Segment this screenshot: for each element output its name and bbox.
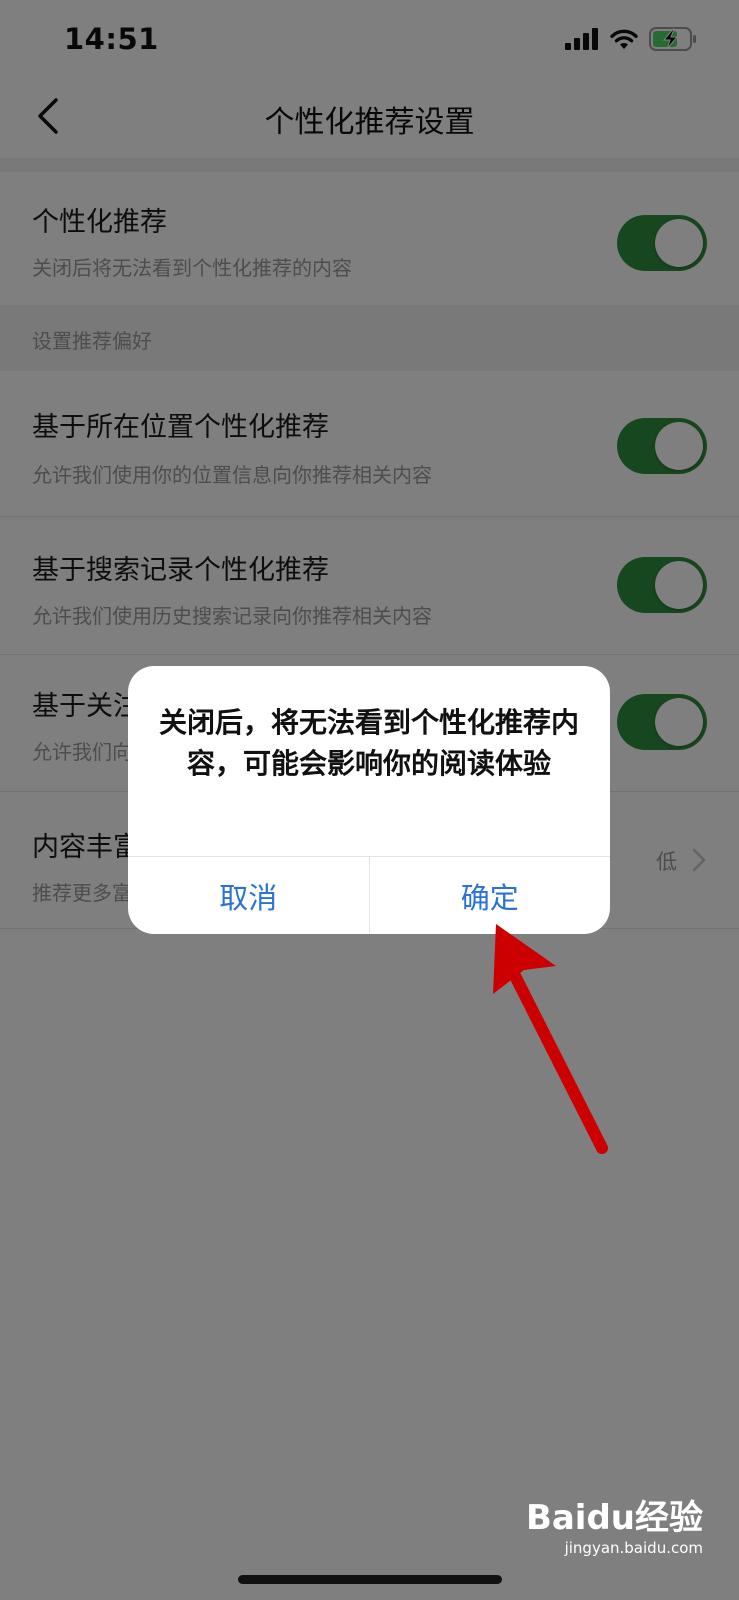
watermark: Baidu经验 jingyan.baidu.com: [526, 1490, 703, 1570]
dialog-actions: 取消 确定: [128, 856, 610, 934]
watermark-logo: Baidu经验: [525, 1498, 703, 1538]
confirm-dialog: 关闭后，将无法看到个性化推荐内容，可能会影响你的阅读体验 取消 确定: [128, 666, 610, 934]
dialog-message: 关闭后，将无法看到个性化推荐内容，可能会影响你的阅读体验: [158, 706, 579, 780]
home-indicator[interactable]: [238, 1575, 502, 1584]
confirm-button[interactable]: 确定: [368, 857, 611, 934]
watermark-url: jingyan.baidu.com: [564, 1539, 703, 1557]
cancel-button[interactable]: 取消: [128, 857, 369, 934]
